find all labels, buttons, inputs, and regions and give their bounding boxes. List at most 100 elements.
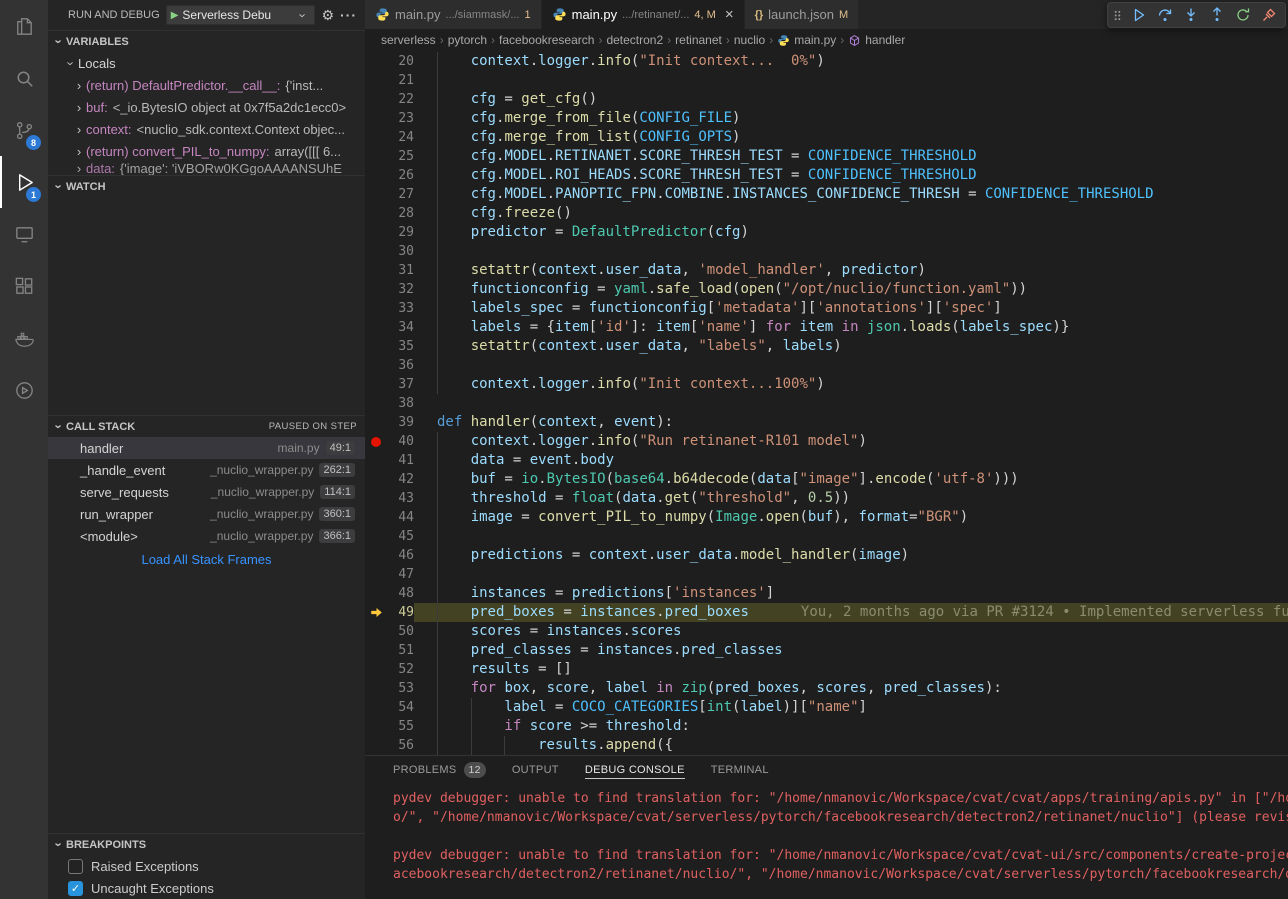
glyph-margin[interactable] [365,546,387,565]
glyph-margin[interactable] [365,470,387,489]
glyph-margin[interactable] [365,622,387,641]
gear-icon[interactable]: ⚙ [321,7,334,24]
glyph-margin[interactable] [365,603,387,622]
glyph-margin[interactable] [365,394,387,413]
code-line-44[interactable]: 44image = convert_PIL_to_numpy(Image.ope… [365,508,1288,527]
glyph-margin[interactable] [365,508,387,527]
activity-item-run-and-debug[interactable]: 1 [0,156,48,208]
code-line-39[interactable]: 39def handler(context, event): [365,413,1288,432]
step-over-button[interactable] [1153,4,1176,26]
code-line-37[interactable]: 37context.logger.info("Init context...10… [365,375,1288,394]
glyph-margin[interactable] [365,185,387,204]
variables-section-header[interactable]: › VARIABLES [48,30,365,52]
call-stack-section-header[interactable]: › CALL STACK PAUSED ON STEP [48,415,365,437]
glyph-margin[interactable] [365,527,387,546]
code-line-43[interactable]: 43threshold = float(data.get("threshold"… [365,489,1288,508]
code-line-32[interactable]: 32functionconfig = yaml.safe_load(open("… [365,280,1288,299]
glyph-margin[interactable] [365,375,387,394]
code-line-54[interactable]: 54label = COCO_CATEGORIES[int(label)]["n… [365,698,1288,717]
panel-tab-output[interactable]: OUTPUT [512,756,559,783]
glyph-margin[interactable] [365,261,387,280]
glyph-margin[interactable] [365,698,387,717]
code-line-51[interactable]: 51pred_classes = instances.pred_classes [365,641,1288,660]
breadcrumb-item-handler[interactable]: handler [848,33,905,47]
variable-row[interactable]: ›(return) DefaultPredictor.__call__:{'in… [48,74,365,96]
toolbar-drag-handle[interactable] [1113,8,1122,23]
variable-row[interactable]: ›context:<nuclio_sdk.context.Context obj… [48,118,365,140]
checkbox[interactable]: ✓ [68,881,83,896]
glyph-margin[interactable] [365,584,387,603]
panel-tab-terminal[interactable]: TERMINAL [711,756,769,783]
glyph-margin[interactable] [365,90,387,109]
code-line-48[interactable]: 48instances = predictions['instances'] [365,584,1288,603]
glyph-margin[interactable] [365,337,387,356]
breadcrumb-item-detectron2[interactable]: detectron2 [606,33,663,47]
code-line-33[interactable]: 33labels_spec = functionconfig['metadata… [365,299,1288,318]
step-into-button[interactable] [1179,4,1202,26]
code-line-42[interactable]: 42buf = io.BytesIO(base64.b64decode(data… [365,470,1288,489]
breadcrumb-item-facebookresearch[interactable]: facebookresearch [499,33,594,47]
close-icon[interactable]: × [725,7,734,22]
breadcrumb-item-pytorch[interactable]: pytorch [448,33,487,47]
breakpoint-row[interactable]: ✓Uncaught Exceptions [48,877,365,899]
glyph-margin[interactable] [365,736,387,755]
glyph-margin[interactable] [365,52,387,71]
activity-item-explorer[interactable] [0,0,48,52]
continue-button[interactable] [1127,4,1150,26]
glyph-margin[interactable] [365,242,387,261]
code-line-55[interactable]: 55if score >= threshold: [365,717,1288,736]
glyph-margin[interactable] [365,204,387,223]
activity-item-run-circle[interactable] [0,364,48,416]
code-line-20[interactable]: 20context.logger.info("Init context... 0… [365,52,1288,71]
code-line-49[interactable]: 49pred_boxes = instances.pred_boxesYou, … [365,603,1288,622]
locals-scope[interactable]: › Locals [48,52,365,74]
activity-item-remote-explorer[interactable] [0,208,48,260]
glyph-margin[interactable] [365,679,387,698]
glyph-margin[interactable] [365,413,387,432]
panel-tab-problems[interactable]: PROBLEMS12 [393,756,486,783]
code-line-25[interactable]: 25cfg.MODEL.RETINANET.SCORE_THRESH_TEST … [365,147,1288,166]
code-line-24[interactable]: 24cfg.merge_from_list(CONFIG_OPTS) [365,128,1288,147]
code-line-21[interactable]: 21 [365,71,1288,90]
tab-1-main.py[interactable]: main.py.../retinanet/...4, M× [542,0,745,29]
glyph-margin[interactable] [365,356,387,375]
code-line-50[interactable]: 50scores = instances.scores [365,622,1288,641]
code-line-52[interactable]: 52results = [] [365,660,1288,679]
stack-frame-run_wrapper[interactable]: run_wrapper_nuclio_wrapper.py360:1 [48,503,365,525]
glyph-margin[interactable] [365,71,387,90]
breadcrumb-item-main.py[interactable]: main.py [777,33,836,47]
glyph-margin[interactable] [365,223,387,242]
activity-item-source-control[interactable]: 8 [0,104,48,156]
breakpoint-icon[interactable] [371,437,381,447]
debug-config-dropdown[interactable]: ▶ Serverless Debu › [166,5,316,25]
activity-item-docker[interactable] [0,312,48,364]
stack-frame-serve_requests[interactable]: serve_requests_nuclio_wrapper.py114:1 [48,481,365,503]
code-line-45[interactable]: 45 [365,527,1288,546]
load-all-stack-frames-link[interactable]: Load All Stack Frames [48,547,365,571]
panel-tab-debug-console[interactable]: DEBUG CONSOLE [585,756,685,783]
code-line-40[interactable]: 40context.logger.info("Run retinanet-R10… [365,432,1288,451]
tab-2-launch.json[interactable]: {}launch.jsonM [745,0,860,29]
code-line-30[interactable]: 30 [365,242,1288,261]
code-line-46[interactable]: 46predictions = context.user_data.model_… [365,546,1288,565]
code-editor[interactable]: 20context.logger.info("Init context... 0… [365,51,1288,755]
code-line-26[interactable]: 26cfg.MODEL.ROI_HEADS.SCORE_THRESH_TEST … [365,166,1288,185]
code-line-56[interactable]: 56results.append({ [365,736,1288,755]
breakpoints-section-header[interactable]: › BREAKPOINTS [48,833,365,855]
breadcrumb-item-serverless[interactable]: serverless [381,33,436,47]
code-line-27[interactable]: 27cfg.MODEL.PANOPTIC_FPN.COMBINE.INSTANC… [365,185,1288,204]
code-line-23[interactable]: 23cfg.merge_from_file(CONFIG_FILE) [365,109,1288,128]
glyph-margin[interactable] [365,147,387,166]
checkbox[interactable] [68,859,83,874]
activity-item-extensions[interactable] [0,260,48,312]
step-out-button[interactable] [1205,4,1228,26]
glyph-margin[interactable] [365,641,387,660]
stack-frame-<module>[interactable]: <module>_nuclio_wrapper.py366:1 [48,525,365,547]
code-line-29[interactable]: 29predictor = DefaultPredictor(cfg) [365,223,1288,242]
start-debugging-icon[interactable]: ▶ [171,10,179,21]
glyph-margin[interactable] [365,166,387,185]
glyph-margin[interactable] [365,128,387,147]
code-line-53[interactable]: 53for box, score, label in zip(pred_boxe… [365,679,1288,698]
code-line-38[interactable]: 38 [365,394,1288,413]
code-line-34[interactable]: 34labels = {item['id']: item['name'] for… [365,318,1288,337]
